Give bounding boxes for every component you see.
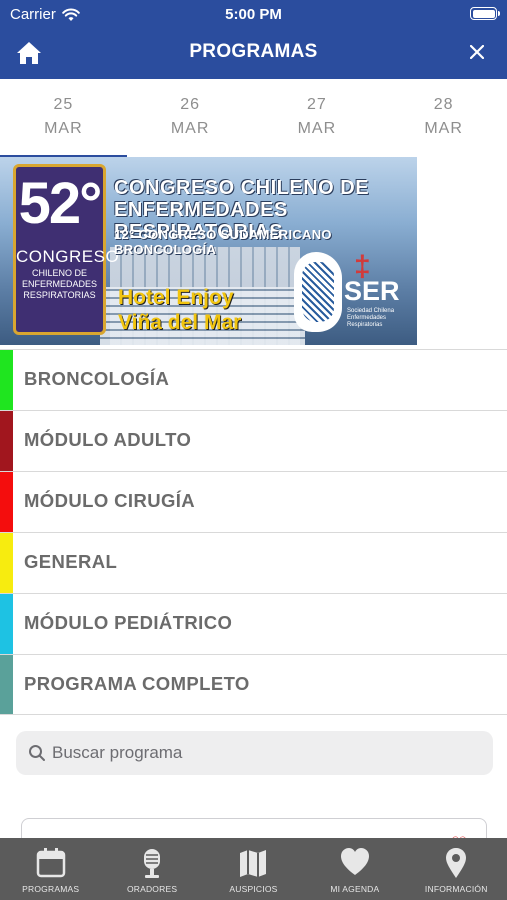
tab-oradores[interactable]: ORADORES (101, 838, 202, 900)
calendar-icon (36, 848, 65, 878)
category-general[interactable]: GENERAL (0, 532, 507, 593)
ser-logo: ‡ SER Sociedad Chilena Enfermedades Resp… (294, 252, 412, 336)
date-month: MAR (170, 120, 210, 137)
badge-congreso: CONGRESO (16, 247, 120, 266)
category-list: BRONCOLOGÍA MÓDULO ADULTO MÓDULO CIRUGÍA… (0, 349, 507, 715)
tab-mi-agenda[interactable]: MI AGENDA (304, 838, 405, 900)
badge-subtitle: CHILENO DE ENFERMEDADES RESPIRATORIAS (21, 268, 97, 300)
tab-label: PROGRAMAS (22, 884, 80, 894)
tab-label: MI AGENDA (330, 884, 380, 894)
date-day: 26 (180, 96, 201, 113)
date-month: MAR (297, 120, 337, 137)
edition-number: 52° (18, 171, 103, 236)
bottom-tab-bar: PROGRAMAS ORADORES AUSPICIOS MI AGENDA I… (0, 838, 507, 900)
category-programa-completo[interactable]: PROGRAMA COMPLETO (0, 654, 507, 715)
category-color-bar (0, 411, 13, 471)
category-color-bar (0, 655, 13, 714)
page-title: PROGRAMAS (189, 41, 318, 62)
date-day: 28 (433, 96, 454, 113)
category-color-bar (0, 472, 13, 532)
category-label: MÓDULO PEDIÁTRICO (24, 612, 233, 633)
banner-venue: Hotel Enjoy Viña del Mar (118, 285, 241, 335)
date-tabs: 25 MAR 26 MAR 27 MAR 28 MAR (0, 79, 507, 158)
tab-programas[interactable]: PROGRAMAS (0, 838, 101, 900)
heart-icon (340, 848, 369, 875)
congress-banner: 52° CONGRESO CHILENO DE ENFERMEDADES RES… (0, 157, 417, 345)
category-label: GENERAL (24, 551, 118, 572)
date-month: MAR (424, 120, 463, 137)
venue-line2: Viña del Mar (118, 311, 242, 334)
top-bar: Carrier 5:00 PM PROGRAMAS (0, 0, 507, 79)
category-label: BRONCOLOGÍA (24, 368, 170, 389)
location-pin-icon (446, 848, 467, 878)
date-day: 25 (53, 96, 74, 113)
app-screen: Carrier 5:00 PM PROGRAMAS 25 MAR 26 MAR … (0, 0, 507, 900)
tab-informacion[interactable]: INFORMACIÓN (406, 838, 507, 900)
tab-label: ORADORES (126, 884, 178, 894)
date-tab-27[interactable]: 27 MAR (254, 79, 381, 158)
category-label: MÓDULO ADULTO (24, 429, 192, 450)
category-modulo-adulto[interactable]: MÓDULO ADULTO (0, 410, 507, 471)
category-color-bar (0, 594, 13, 654)
date-tab-25[interactable]: 25 MAR (0, 79, 127, 158)
category-color-bar (0, 350, 13, 410)
date-day: 27 (306, 96, 327, 113)
microphone-icon (144, 849, 161, 878)
venue-line1: Hotel Enjoy (118, 286, 234, 309)
date-tab-26[interactable]: 26 MAR (127, 79, 254, 158)
status-time: 5:00 PM (225, 6, 282, 23)
date-tab-28[interactable]: 28 MAR (380, 79, 507, 158)
date-month: MAR (44, 120, 83, 137)
category-modulo-pediatrico[interactable]: MÓDULO PEDIÁTRICO (0, 593, 507, 654)
search-bar (16, 731, 493, 775)
edition-badge: 52° CONGRESO CHILENO DE ENFERMEDADES RES… (13, 164, 120, 335)
tab-auspicios[interactable]: AUSPICIOS (203, 838, 304, 900)
search-icon (29, 745, 45, 761)
category-broncologia[interactable]: BRONCOLOGÍA (0, 349, 507, 410)
nav-header: PROGRAMAS (0, 28, 507, 79)
category-label: MÓDULO CIRUGÍA (24, 490, 196, 511)
banner-title-line1: CONGRESO CHILENO DE (114, 177, 370, 199)
map-icon (240, 850, 267, 877)
category-modulo-cirugia[interactable]: MÓDULO CIRUGÍA (0, 471, 507, 532)
category-color-bar (0, 533, 13, 593)
category-label: PROGRAMA COMPLETO (24, 673, 250, 694)
lung-icon (294, 252, 342, 332)
status-bar: Carrier 5:00 PM (0, 0, 507, 28)
search-input[interactable] (52, 731, 482, 775)
tab-label: INFORMACIÓN (424, 884, 488, 894)
close-icon[interactable] (463, 38, 491, 66)
ser-org-name: Sociedad Chilena Enfermedades Respirator… (347, 308, 395, 328)
tab-label: AUSPICIOS (229, 884, 278, 894)
ser-abbr: SER (344, 276, 400, 306)
battery-icon (470, 7, 500, 20)
